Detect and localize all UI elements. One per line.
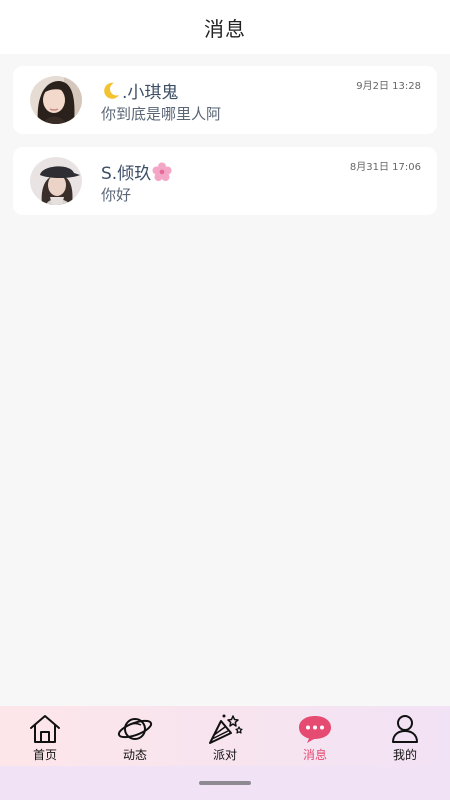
profile-icon (387, 713, 423, 745)
crescent-moon-icon (101, 81, 121, 101)
tab-home[interactable]: 首页 (0, 706, 90, 766)
tab-label: 我的 (392, 748, 417, 762)
cherry-blossom-icon (152, 162, 172, 182)
tab-messages[interactable]: 消息 (270, 706, 360, 766)
home-indicator[interactable] (199, 781, 251, 785)
contact-name: .小琪鬼 (101, 78, 178, 103)
tab-label: 首页 (32, 748, 57, 762)
page-title: 消息 (204, 16, 246, 41)
party-icon (207, 713, 243, 745)
contact-name-text: .小琪鬼 (122, 83, 179, 103)
top-bar: 消息 (0, 0, 450, 54)
tab-label: 派对 (212, 748, 237, 762)
conversation-list: .小琪鬼 你到底是哪里人阿 9月2日 13:28 S.倾玖 你好 8月31日 1… (13, 66, 437, 228)
tab-label: 消息 (302, 748, 327, 762)
contact-name: S.倾玖 (101, 159, 172, 184)
gesture-bar-area (0, 766, 450, 800)
last-message: 你到底是哪里人阿 (101, 105, 222, 123)
avatar[interactable] (30, 157, 82, 205)
avatar[interactable] (30, 76, 82, 124)
tab-moments[interactable]: 动态 (90, 706, 180, 766)
message-timestamp: 8月31日 17:06 (349, 162, 421, 173)
contact-name-text: S.倾玖 (101, 164, 152, 184)
tab-party[interactable]: 派对 (180, 706, 270, 766)
tab-label: 动态 (122, 748, 147, 762)
conversation-item[interactable]: S.倾玖 你好 8月31日 17:06 (13, 147, 437, 215)
conversation-item[interactable]: .小琪鬼 你到底是哪里人阿 9月2日 13:28 (13, 66, 437, 134)
message-timestamp: 9月2日 13:28 (356, 81, 421, 92)
planet-icon (117, 713, 153, 745)
chat-bubble-icon (297, 713, 333, 745)
last-message: 你好 (101, 186, 132, 204)
home-icon (27, 713, 63, 745)
bottom-tab-bar: 首页 动态 派对 消息 我的 (0, 706, 450, 766)
messages-screen: 消息 .小琪鬼 你到底是哪里人阿 9月2日 13:28 S.倾玖 你好 8月31… (0, 0, 450, 800)
tab-profile[interactable]: 我的 (360, 706, 450, 766)
